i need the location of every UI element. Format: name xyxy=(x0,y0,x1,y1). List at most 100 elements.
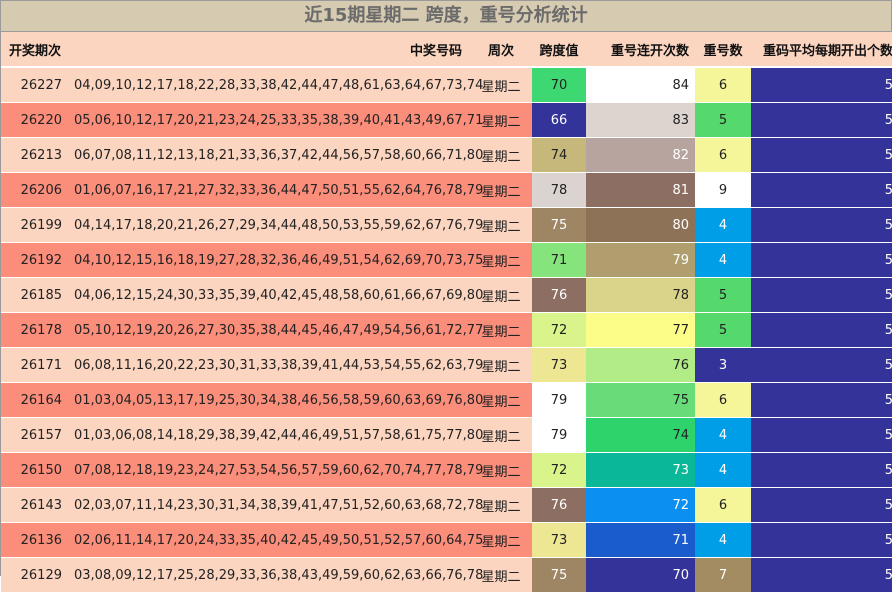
span-cell: 76 xyxy=(532,277,586,313)
span-cell: 76 xyxy=(532,487,586,523)
repeat-count-cell: 5 xyxy=(695,102,751,138)
issue-cell: 26192 xyxy=(1,242,68,278)
repeat-average-cell: 5 xyxy=(751,522,892,558)
repeat-average-cell: 5 xyxy=(751,67,892,103)
repeat-streak-cell: 79 xyxy=(586,242,695,278)
repeat-count-cell: 6 xyxy=(695,382,751,418)
repeat-streak-cell: 74 xyxy=(586,417,695,453)
repeat-average-cell: 5 xyxy=(751,207,892,243)
issue-cell: 26178 xyxy=(1,312,68,348)
table-body: 26227 04,09,10,12,17,18,22,28,33,38,42,44… xyxy=(1,67,892,593)
repeat-count-cell: 4 xyxy=(695,452,751,488)
issue-cell: 26164 xyxy=(1,382,68,418)
span-cell: 79 xyxy=(532,417,586,453)
numbers-cell: 07,08,12,18,19,23,24,27,53,54,56,57,59,6… xyxy=(68,452,483,488)
numbers-cell: 01,06,07,16,17,21,27,32,33,36,44,47,50,5… xyxy=(68,172,483,208)
repeat-count-cell: 4 xyxy=(695,522,751,558)
repeat-average-cell: 5 xyxy=(751,382,892,418)
repeat-count-cell: 6 xyxy=(695,487,751,523)
repeat-streak-cell: 75 xyxy=(586,382,695,418)
header-weekday: 周次 xyxy=(470,32,532,68)
span-cell: 74 xyxy=(532,137,586,173)
stats-table: 开奖期次 中奖号码 周次 跨度值 重号连开次数 重号数 重码平均每期开出个数 2… xyxy=(1,32,892,593)
repeat-average-cell: 5 xyxy=(751,137,892,173)
issue-cell: 26185 xyxy=(1,277,68,313)
repeat-streak-cell: 80 xyxy=(586,207,695,243)
table-row: 26157 01,03,06,08,14,18,29,38,39,42,44,46… xyxy=(1,417,892,453)
numbers-cell: 05,06,10,12,17,20,21,23,24,25,33,35,38,3… xyxy=(68,102,483,138)
repeat-streak-cell: 70 xyxy=(586,557,695,593)
header-repeat-average: 重码平均每期开出个数 xyxy=(751,32,892,68)
repeat-streak-cell: 71 xyxy=(586,522,695,558)
issue-cell: 26213 xyxy=(1,137,68,173)
issue-cell: 26143 xyxy=(1,487,68,523)
repeat-average-cell: 5 xyxy=(751,172,892,208)
span-cell: 73 xyxy=(532,347,586,383)
table-row: 26220 05,06,10,12,17,20,21,23,24,25,33,35… xyxy=(1,102,892,138)
page-title: 近15期星期二 跨度，重号分析统计 xyxy=(1,1,891,32)
numbers-cell: 04,06,12,15,24,30,33,35,39,40,42,45,48,5… xyxy=(68,277,483,313)
table-row: 26136 02,06,11,14,17,20,24,33,35,40,42,45… xyxy=(1,522,892,558)
numbers-cell: 04,14,17,18,20,21,26,27,29,34,44,48,50,5… xyxy=(68,207,483,243)
issue-cell: 26157 xyxy=(1,417,68,453)
repeat-average-cell: 5 xyxy=(751,347,892,383)
table-row: 26164 01,03,04,05,13,17,19,25,30,34,38,46… xyxy=(1,382,892,418)
repeat-streak-cell: 73 xyxy=(586,452,695,488)
table-row: 26227 04,09,10,12,17,18,22,28,33,38,42,44… xyxy=(1,67,892,103)
repeat-count-cell: 5 xyxy=(695,312,751,348)
repeat-streak-cell: 81 xyxy=(586,172,695,208)
span-cell: 75 xyxy=(532,207,586,243)
table-row: 26129 03,08,09,12,17,25,28,29,33,36,38,43… xyxy=(1,557,892,593)
span-cell: 70 xyxy=(532,67,586,103)
repeat-average-cell: 5 xyxy=(751,312,892,348)
header-issue: 开奖期次 xyxy=(1,32,68,68)
issue-cell: 26220 xyxy=(1,102,68,138)
span-cell: 75 xyxy=(532,557,586,593)
repeat-average-cell: 5 xyxy=(751,557,892,593)
issue-cell: 26136 xyxy=(1,522,68,558)
repeat-average-cell: 5 xyxy=(751,417,892,453)
repeat-average-cell: 5 xyxy=(751,242,892,278)
table-row: 26213 06,07,08,11,12,13,18,21,33,36,37,42… xyxy=(1,137,892,173)
span-cell: 78 xyxy=(532,172,586,208)
table-row: 26171 06,08,11,16,20,22,23,30,31,33,38,39… xyxy=(1,347,892,383)
table-row: 26185 04,06,12,15,24,30,33,35,39,40,42,45… xyxy=(1,277,892,313)
numbers-cell: 02,06,11,14,17,20,24,33,35,40,42,45,49,5… xyxy=(68,522,483,558)
numbers-cell: 06,07,08,11,12,13,18,21,33,36,37,42,44,5… xyxy=(68,137,483,173)
header-numbers: 中奖号码 xyxy=(68,32,470,68)
issue-cell: 26206 xyxy=(1,172,68,208)
table-row: 26199 04,14,17,18,20,21,26,27,29,34,44,48… xyxy=(1,207,892,243)
issue-cell: 26171 xyxy=(1,347,68,383)
header-span: 跨度值 xyxy=(532,32,586,68)
table-header-row: 开奖期次 中奖号码 周次 跨度值 重号连开次数 重号数 重码平均每期开出个数 xyxy=(1,32,892,68)
repeat-count-cell: 5 xyxy=(695,277,751,313)
repeat-count-cell: 9 xyxy=(695,172,751,208)
repeat-count-cell: 6 xyxy=(695,67,751,103)
repeat-count-cell: 6 xyxy=(695,137,751,173)
span-cell: 79 xyxy=(532,382,586,418)
span-cell: 72 xyxy=(532,312,586,348)
repeat-streak-cell: 76 xyxy=(586,347,695,383)
header-repeat-count: 重号数 xyxy=(695,32,751,68)
repeat-count-cell: 7 xyxy=(695,557,751,593)
span-cell: 66 xyxy=(532,102,586,138)
repeat-average-cell: 5 xyxy=(751,277,892,313)
repeat-average-cell: 5 xyxy=(751,102,892,138)
repeat-streak-cell: 83 xyxy=(586,102,695,138)
issue-cell: 26199 xyxy=(1,207,68,243)
repeat-streak-cell: 77 xyxy=(586,312,695,348)
repeat-streak-cell: 78 xyxy=(586,277,695,313)
stats-panel: 近15期星期二 跨度，重号分析统计 开奖期次 中奖号码 周次 跨度值 重号连开次… xyxy=(0,0,892,593)
numbers-cell: 04,10,12,15,16,18,19,27,28,32,36,46,49,5… xyxy=(68,242,483,278)
numbers-cell: 04,09,10,12,17,18,22,28,33,38,42,44,47,4… xyxy=(68,67,483,103)
span-cell: 71 xyxy=(532,242,586,278)
repeat-average-cell: 5 xyxy=(751,487,892,523)
repeat-average-cell: 5 xyxy=(751,452,892,488)
table-row: 26206 01,06,07,16,17,21,27,32,33,36,44,47… xyxy=(1,172,892,208)
repeat-count-cell: 4 xyxy=(695,242,751,278)
repeat-count-cell: 4 xyxy=(695,417,751,453)
table-row: 26150 07,08,12,18,19,23,24,27,53,54,56,57… xyxy=(1,452,892,488)
span-cell: 73 xyxy=(532,522,586,558)
repeat-count-cell: 4 xyxy=(695,207,751,243)
header-repeat-streak: 重号连开次数 xyxy=(586,32,695,68)
